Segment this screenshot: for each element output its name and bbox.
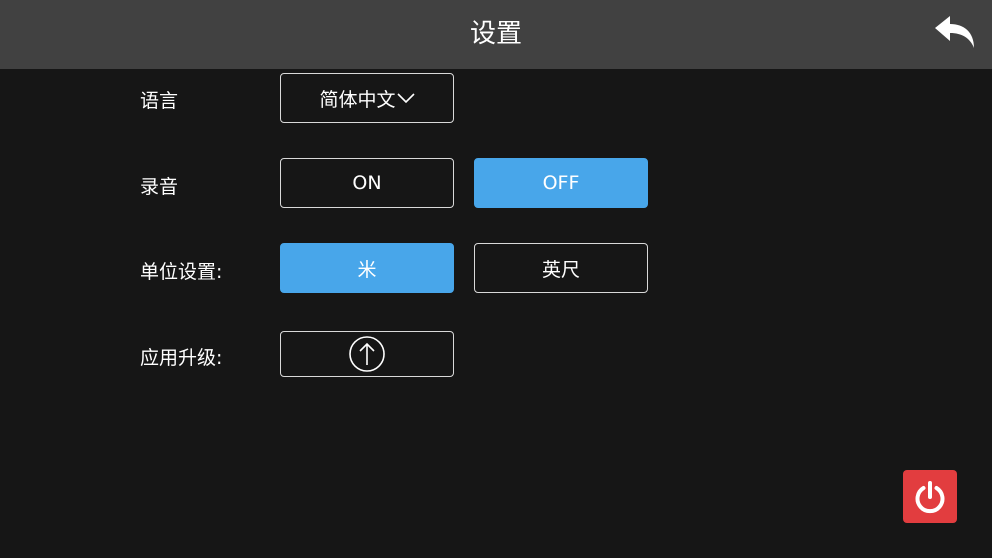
power-button[interactable] bbox=[903, 470, 957, 523]
settings-screen: 设置 语言 简体中文 录音 ON OFF 单位设置: 米 英尺 应用升级: bbox=[0, 0, 992, 558]
power-icon bbox=[915, 480, 945, 513]
units-meter-button[interactable]: 米 bbox=[280, 243, 454, 293]
recording-on-button[interactable]: ON bbox=[280, 158, 454, 208]
recording-off-button[interactable]: OFF bbox=[474, 158, 648, 208]
chevron-down-icon bbox=[396, 93, 415, 103]
upload-arrow-icon bbox=[349, 336, 385, 372]
language-value: 简体中文 bbox=[319, 88, 396, 111]
upgrade-button[interactable] bbox=[280, 331, 454, 377]
back-button[interactable] bbox=[928, 12, 980, 58]
units-feet-button[interactable]: 英尺 bbox=[474, 243, 648, 293]
header-bar: 设置 bbox=[0, 0, 992, 69]
back-arrow-icon bbox=[935, 16, 974, 48]
language-label: 语言 bbox=[140, 90, 179, 112]
language-dropdown[interactable]: 简体中文 bbox=[280, 73, 454, 123]
recording-label: 录音 bbox=[140, 176, 179, 198]
page-title: 设置 bbox=[469, 19, 522, 49]
upgrade-label: 应用升级: bbox=[140, 347, 223, 369]
units-label: 单位设置: bbox=[140, 261, 223, 283]
